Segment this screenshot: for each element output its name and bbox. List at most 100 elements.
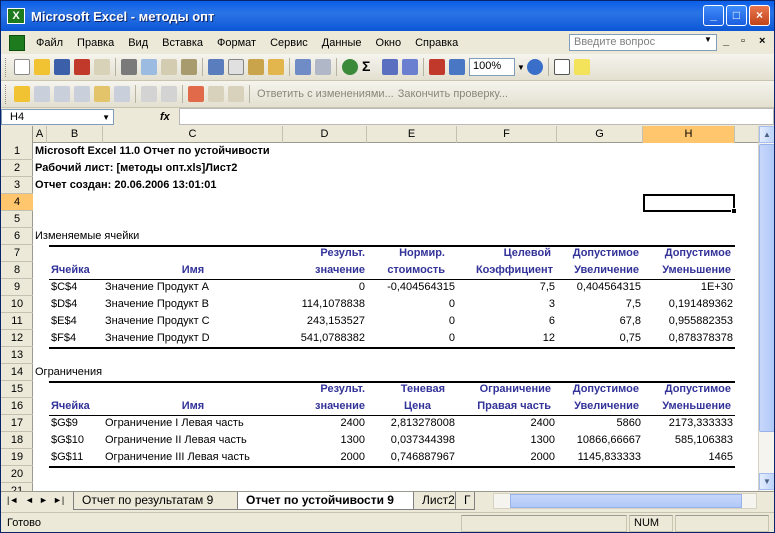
cell-address[interactable]: $F$4 [47,330,78,347]
cell-value[interactable]: 2,813278008 [367,415,457,432]
menu-data[interactable]: Данные [315,37,369,49]
menu-insert[interactable]: Вставка [155,37,210,49]
cell-value[interactable]: 2400 [283,415,367,432]
cell-value[interactable]: 0,037344398 [367,432,457,449]
menu-tools[interactable]: Сервис [263,37,315,49]
report-worksheet[interactable]: Рабочий лист: [методы опт.xls]Лист2 [33,160,239,177]
cell-value[interactable]: 114,1078838 [283,296,367,313]
header-objective-bottom[interactable]: Коэффициент [457,262,555,279]
cell-value[interactable]: 12 [457,330,557,347]
maximize-button[interactable]: □ [726,5,747,26]
menu-view[interactable]: Вид [121,37,155,49]
header-name[interactable]: Имя [103,398,283,415]
cell-address[interactable]: $G$10 [47,432,86,449]
cell-value[interactable]: 0,75 [557,330,643,347]
row-header[interactable]: 14 [1,364,33,381]
reply-with-changes-button[interactable]: Ответить с изменениями... [257,88,394,100]
row-header[interactable]: 20 [1,466,33,483]
toolbar-grip[interactable] [5,84,8,104]
autosum-icon[interactable]: Σ [362,59,378,75]
hyperlink-icon[interactable] [342,59,358,75]
permission-icon[interactable] [74,59,90,75]
row-header[interactable]: 10 [1,296,33,313]
help-dropdown-icon[interactable]: ▼ [704,35,712,44]
header-cell[interactable]: Ячейка [47,398,103,415]
insert-function-icon[interactable]: fx [160,111,170,123]
cell-value[interactable]: 1145,833333 [557,449,643,466]
row-header[interactable]: 6 [1,228,33,245]
header-shadow-price-top[interactable]: Теневая [367,381,447,398]
header-allow-increase-bottom[interactable]: Увеличение [557,262,641,279]
comment-icon[interactable] [34,86,50,102]
sheet-tab-results[interactable]: Отчет по результатам 9 [73,492,239,510]
row-header[interactable]: 12 [1,330,33,347]
cell-value[interactable]: 1E+30 [643,279,735,296]
cell-value[interactable]: 67,8 [557,313,643,330]
header-allow-decrease-bottom[interactable]: Уменьшение [643,398,733,415]
spelling-icon[interactable] [161,59,177,75]
cell-address[interactable]: $G$11 [47,449,85,466]
cut-icon[interactable] [208,59,224,75]
select-all-corner[interactable] [1,126,33,143]
send-to-icon[interactable] [228,86,244,102]
worksheet-grid[interactable]: A B C D E F G H 1 2 3 4 5 6 7 8 9 10 11 … [1,126,774,491]
sheet-tab-list2[interactable]: Лист2 [413,492,457,510]
row-header[interactable]: 2 [1,160,33,177]
column-header-a[interactable]: A [33,126,47,143]
menu-edit[interactable]: Правка [70,37,121,49]
header-result-top[interactable]: Результ. [283,381,367,398]
cell-name[interactable]: Ограничение I Левая часть [103,415,246,432]
workbook-icon[interactable] [9,34,25,51]
row-header[interactable]: 1 [1,143,33,160]
minimize-button[interactable]: _ [703,5,724,26]
create-task-icon[interactable] [188,86,204,102]
header-shadow-price-bottom[interactable]: Цена [367,398,447,415]
delete-comment-icon[interactable] [141,86,157,102]
column-header-f[interactable]: F [457,126,557,143]
track-changes-icon[interactable] [161,86,177,102]
copy-icon[interactable] [228,59,244,75]
cell-address[interactable]: $E$4 [47,313,79,330]
row-header[interactable]: 13 [1,347,33,364]
cell-address[interactable]: $D$4 [47,296,79,313]
cell-value[interactable]: 2000 [283,449,367,466]
help-search-input[interactable]: Введите вопрос [569,34,717,51]
header-result-bottom[interactable]: значение [283,398,367,415]
title-bar[interactable]: X Microsoft Excel - методы опт _ □ × [1,1,774,31]
row-header[interactable]: 5 [1,211,33,228]
cell-value[interactable]: 10866,66667 [557,432,643,449]
row-header[interactable]: 21 [1,483,33,491]
header-result-top[interactable]: Результ. [283,245,367,262]
show-all-comments-icon[interactable] [114,86,130,102]
cell-address[interactable]: $C$4 [47,279,79,296]
next-sheet-icon[interactable]: ► [39,495,48,505]
vertical-scrollbar[interactable]: ▲ ▼ [758,126,774,491]
cell-name[interactable]: Ограничение II Левая часть [103,432,249,449]
menu-window[interactable]: Окно [369,37,409,49]
doc-minimize-button[interactable]: _ [723,35,729,47]
end-review-button[interactable]: Закончить проверку... [398,88,508,100]
doc-close-button[interactable]: × [759,35,765,47]
cell-value[interactable]: 0 [367,330,457,347]
row-header[interactable]: 16 [1,398,33,415]
save-icon[interactable] [54,59,70,75]
cell-value[interactable]: 2000 [457,449,557,466]
cell-value[interactable]: 0,191489362 [643,296,735,313]
row-header[interactable]: 17 [1,415,33,432]
cell-name[interactable]: Значение Продукт C [103,313,212,330]
menu-file[interactable]: Файл [29,37,70,49]
borders-icon[interactable] [553,59,570,75]
cell-value[interactable]: 0 [283,279,367,296]
cell-value[interactable]: 2400 [457,415,557,432]
active-cell-h4[interactable] [643,194,735,212]
fill-color-icon[interactable] [573,59,590,75]
paste-icon[interactable] [248,59,264,75]
cell-name[interactable]: Значение Продукт B [103,296,211,313]
cell-value[interactable]: 2173,333333 [643,415,735,432]
excel-app-icon[interactable]: X [7,8,25,24]
cell-value[interactable]: 0,404564315 [557,279,643,296]
column-header-b[interactable]: B [47,126,103,143]
horizontal-scroll-thumb[interactable] [510,494,742,508]
cell-value[interactable]: -0,404564315 [367,279,457,296]
column-header-e[interactable]: E [367,126,457,143]
